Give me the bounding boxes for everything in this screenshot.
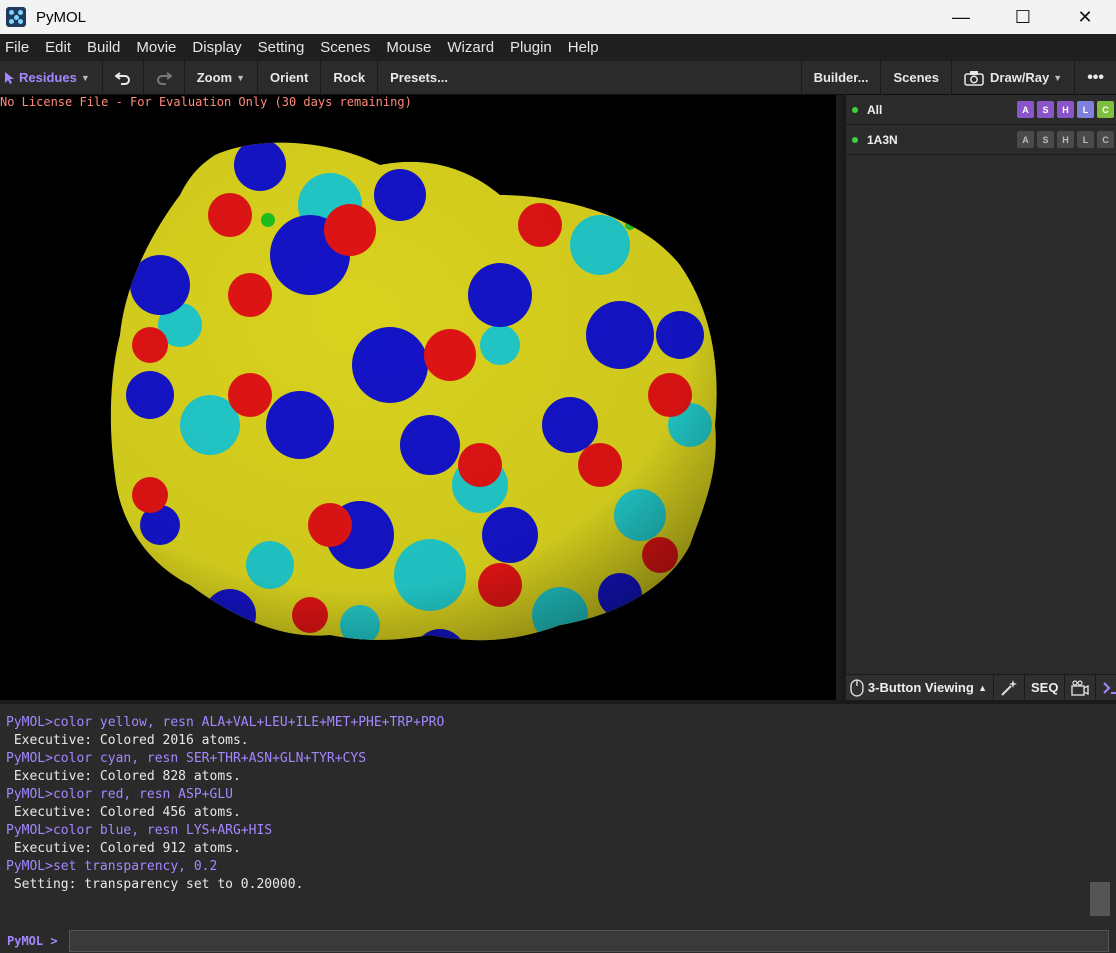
action-button[interactable]: A (1017, 101, 1034, 118)
menu-scenes[interactable]: Scenes (315, 39, 376, 56)
title-bar: PyMOL — ☐ ✕ (0, 0, 1116, 34)
movie-camera-icon (1071, 679, 1090, 696)
menu-setting[interactable]: Setting (253, 39, 311, 56)
license-warning: No License File - For Evaluation Only (3… (0, 95, 412, 109)
zoom-label: Zoom (196, 70, 233, 85)
console-line: Executive: Colored 828 atoms. (6, 769, 241, 784)
terminal-icon (1103, 681, 1116, 694)
undo-icon (114, 71, 130, 85)
menu-bar: File Edit Build Movie Display Setting Sc… (0, 34, 1116, 61)
menu-file[interactable]: File (0, 39, 35, 56)
menu-movie[interactable]: Movie (131, 39, 182, 56)
pointer-icon (5, 71, 14, 84)
console-output: PyMOL>color yellow, resn ALA+VAL+LEU+ILE… (6, 714, 444, 894)
label-button[interactable]: L (1077, 131, 1094, 148)
menu-build[interactable]: Build (82, 39, 126, 56)
object-row-1a3n[interactable]: 1A3N A S H L C (846, 125, 1116, 155)
color-button[interactable]: C (1097, 131, 1114, 148)
redo-button[interactable] (144, 60, 185, 95)
show-button[interactable]: S (1037, 101, 1054, 118)
console-line: Executive: Colored 456 atoms. (6, 805, 241, 820)
console-line: Setting: transparency set to 0.20000. (6, 877, 304, 892)
console-line: PyMOL>color blue, resn LYS+ARG+HIS (6, 823, 273, 838)
menu-help[interactable]: Help (563, 39, 605, 56)
presets-button[interactable]: Presets... (378, 61, 460, 95)
action-button[interactable]: A (1017, 131, 1034, 148)
menu-mouse[interactable]: Mouse (381, 39, 437, 56)
object-name: 1A3N (867, 132, 898, 147)
mouse-mode-dropdown[interactable]: 3-Button Viewing ▲ (846, 674, 994, 701)
show-button[interactable]: S (1037, 131, 1054, 148)
mouse-mode-label: 3-Button Viewing (867, 680, 974, 695)
toolbar: Residues ▼ Zoom ▼ Orient Rock Presets...… (0, 60, 1116, 95)
scenes-button[interactable]: Scenes (880, 60, 951, 95)
chevron-up-icon: ▲ (978, 682, 987, 693)
console-line: PyMOL>set transparency, 0.2 (6, 859, 218, 874)
console-line: Executive: Colored 912 atoms. (6, 841, 241, 856)
mouse-icon (850, 678, 864, 697)
undo-button[interactable] (103, 60, 144, 95)
movie-camera-button[interactable] (1065, 674, 1097, 701)
magic-wand-button[interactable] (994, 674, 1025, 701)
selection-mode-dropdown[interactable]: Residues ▼ (0, 60, 103, 95)
object-name: All (867, 102, 883, 117)
protein-surface-render (110, 142, 717, 641)
prompt-label: PyMOL > (7, 934, 58, 948)
menu-edit[interactable]: Edit (40, 39, 77, 56)
hide-button[interactable]: H (1057, 131, 1074, 148)
draw-ray-dropdown[interactable]: Draw/Ray ▼ (951, 60, 1074, 95)
menu-plugin[interactable]: Plugin (505, 39, 558, 56)
rock-button[interactable]: Rock (321, 60, 379, 95)
window-title: PyMOL (36, 8, 87, 26)
console-line: PyMOL>color yellow, resn ALA+VAL+LEU+ILE… (6, 715, 445, 730)
orient-button[interactable]: Orient (258, 60, 322, 95)
console-scrollbar[interactable] (1090, 882, 1110, 916)
command-prompt-row: PyMOL > (0, 928, 1116, 953)
hide-button[interactable]: H (1057, 101, 1074, 118)
console-line: PyMOL>color red, resn ASP+GLU (6, 787, 233, 802)
zoom-dropdown[interactable]: Zoom ▼ (185, 60, 259, 95)
more-options-button[interactable]: ••• (1074, 60, 1116, 95)
object-row-all[interactable]: All A S H L C (846, 95, 1116, 125)
terminal-button[interactable] (1096, 675, 1116, 701)
object-panel: All A S H L C 1A3N A S H L C 3-Button Vi… (841, 95, 1116, 701)
pymol-logo-icon (6, 7, 26, 27)
camera-icon (964, 70, 984, 86)
draw-ray-label: Draw/Ray (990, 70, 1050, 85)
sequence-button[interactable]: SEQ (1025, 674, 1066, 701)
enabled-dot-icon[interactable] (852, 136, 858, 143)
redo-icon (156, 71, 172, 85)
molecule-viewport[interactable]: No License File - For Evaluation Only (3… (0, 95, 836, 700)
chevron-down-icon: ▼ (80, 72, 90, 83)
color-button[interactable]: C (1097, 101, 1114, 118)
label-button[interactable]: L (1077, 101, 1094, 118)
selection-mode-label: Residues (19, 70, 77, 85)
chevron-down-icon: ▼ (236, 72, 246, 83)
builder-button[interactable]: Builder... (800, 60, 881, 95)
menu-display[interactable]: Display (187, 39, 247, 56)
close-button[interactable]: ✕ (1054, 0, 1116, 34)
magic-wand-icon (1001, 679, 1017, 696)
console-line: Executive: Colored 2016 atoms. (6, 733, 249, 748)
minimize-button[interactable]: — (930, 0, 992, 34)
enabled-dot-icon[interactable] (852, 106, 858, 113)
menu-wizard[interactable]: Wizard (442, 39, 500, 56)
console-line: PyMOL>color cyan, resn SER+THR+ASN+GLN+T… (6, 751, 367, 766)
chevron-down-icon: ▼ (1053, 72, 1063, 83)
command-console: PyMOL>color yellow, resn ALA+VAL+LEU+ILE… (0, 700, 1116, 953)
maximize-button[interactable]: ☐ (992, 0, 1054, 34)
panel-bottom-bar: 3-Button Viewing ▲ SEQ (846, 674, 1116, 701)
command-input[interactable] (69, 930, 1109, 952)
